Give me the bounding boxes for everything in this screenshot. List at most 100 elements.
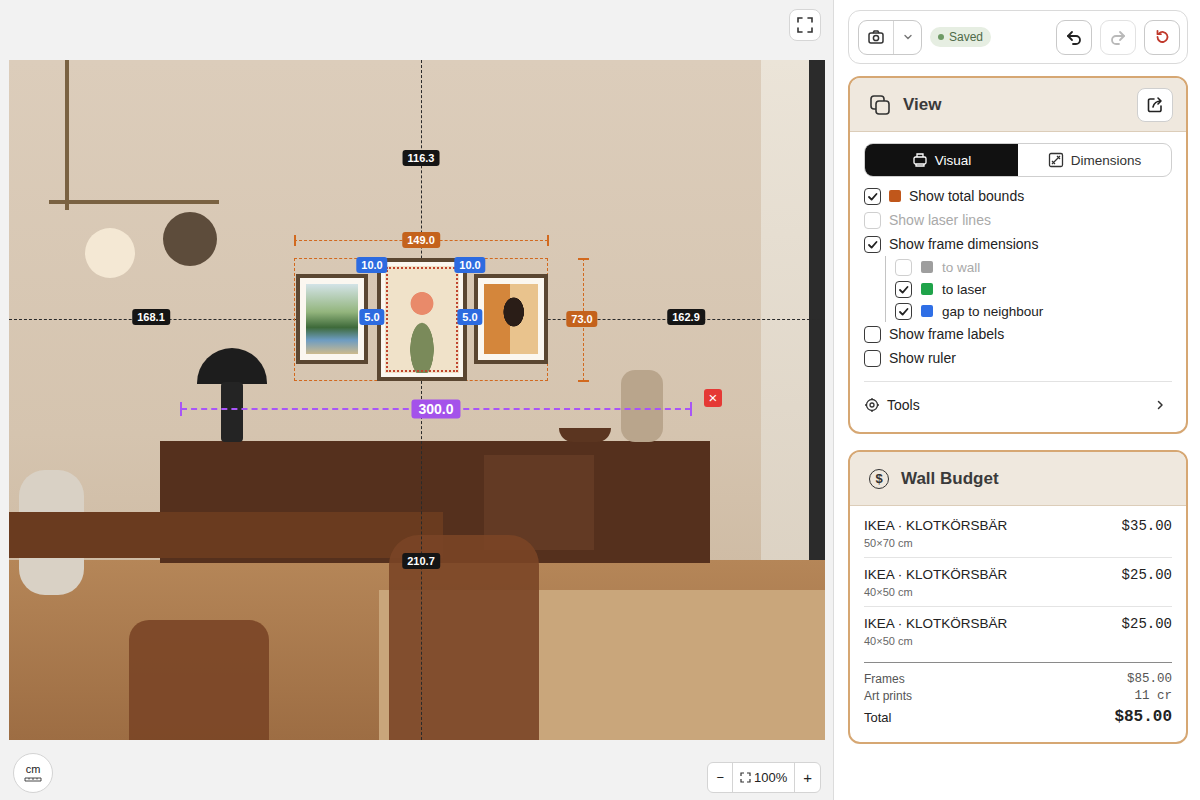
camera-icon [867,28,885,46]
bowl [559,428,611,442]
ruler-icon [24,777,42,782]
fullscreen-button[interactable] [789,9,821,41]
bounds-height-label: 73.0 [566,311,597,327]
zoom-fit-button[interactable]: 100% [732,763,795,792]
share-icon [1146,96,1164,114]
pendant-globe [85,228,135,278]
redo-icon [1109,28,1127,46]
bounds-tick [578,258,589,260]
item-size: 40×50 cm [864,586,1007,599]
tab-label: Visual [935,153,972,168]
option-row[interactable]: Show frame labels [864,322,1172,346]
status-text: Saved [949,30,983,44]
budget-item: IKEA · KLOTKÖRSBÄR40×50 cm$25.00 [864,607,1172,655]
option-label: Show laser lines [889,212,991,228]
total-row: Total$85.00 [864,708,1172,726]
checkbox[interactable] [864,326,881,343]
checkbox[interactable] [864,236,881,253]
wall-distance-label: 116.3 [403,150,440,166]
reset-icon [1153,28,1171,46]
option-row[interactable]: Show ruler [864,346,1172,370]
check-icon [898,306,909,317]
check-icon [898,284,909,295]
option-label: Show ruler [889,350,956,366]
bounds-tick [294,235,296,246]
zoom-out-button[interactable]: − [708,763,732,792]
summary-row: Frames $85.00 [864,671,1172,688]
gap-label: 10.0 [454,257,485,273]
vase [621,370,663,442]
table-lamp-base [221,382,243,442]
option-label: gap to neighbour [942,304,1043,319]
camera-part[interactable] [859,21,894,54]
budget-body: IKEA · KLOTKÖRSBÄR50×70 cm$35.00IKEA · K… [850,506,1186,726]
visual-icon [912,152,928,168]
view-body: Visual Dimensions Show total bounds Show la… [850,132,1186,428]
item-name: IKEA · KLOTKÖRSBÄR [864,518,1007,534]
budget-title: Wall Budget [901,469,999,489]
sub-option-row[interactable]: gap to neighbour [895,300,1172,322]
item-name: IKEA · KLOTKÖRSBÄR [864,616,1007,632]
budget-card: $Wall BudgetIKEA · KLOTKÖRSBÄR50×70 cm$3… [848,450,1188,744]
checkbox[interactable] [895,281,912,298]
option-label: Show total bounds [909,188,1024,204]
view-tab[interactable]: Dimensions [1018,144,1171,176]
option-label: Show frame dimensions [889,236,1038,252]
chair [129,620,269,740]
toolbar: Saved [848,10,1188,64]
option-row[interactable]: Show total bounds [864,184,1172,208]
sub-option-row[interactable]: to laser [895,278,1172,300]
undo-button[interactable] [1056,20,1092,55]
checkbox[interactable] [864,350,881,367]
frame-art [385,266,459,373]
snapshot-dropdown[interactable] [894,21,921,54]
frame-art [484,284,538,354]
color-swatch [889,190,901,202]
measure-label: 300.0 [411,400,460,419]
canvas-topbar [0,0,833,60]
remove-measure-button[interactable]: × [704,389,722,407]
canvas-bottombar: cm −100%+ [0,740,833,800]
zoom-in-button[interactable]: + [795,763,820,792]
tools-icon [864,397,880,413]
dimensions-icon [1048,152,1064,168]
bounds-tick [578,380,589,382]
pendant-arm [49,200,219,204]
fullscreen-icon [796,16,814,34]
room-photo[interactable]: 116.3168.1162.9210.7149.073.010.010.05.0… [9,60,825,740]
snapshot-button[interactable] [858,20,922,55]
picture-frame[interactable] [377,258,467,381]
picture-frame[interactable] [296,274,368,364]
budget-summary: Frames$85.00Art prints11 crTotal$85.00 [864,662,1172,726]
summary-value: $85.00 [1127,671,1172,688]
table-lamp-shade [197,348,267,384]
checkbox [895,259,912,276]
option-row: Show laser lines [864,208,1172,232]
view-options: Show total bounds Show laser lines Show fr… [864,184,1172,370]
color-swatch [921,261,933,273]
view-tabs: Visual Dimensions [864,143,1172,177]
item-size: 40×50 cm [864,635,1007,648]
option-label: to laser [942,282,986,297]
unit-button[interactable]: cm [13,753,53,793]
undo-icon [1065,28,1083,46]
reset-button[interactable] [1144,20,1180,55]
share-button[interactable] [1137,88,1173,122]
save-status: Saved [930,27,991,47]
checkbox[interactable] [864,188,881,205]
option-row[interactable]: Show frame dimensions [864,232,1172,256]
wall-distance-label: 162.9 [667,309,705,325]
sub-options: to wallto lasergap to neighbour [885,256,1172,322]
item-name: IKEA · KLOTKÖRSBÄR [864,567,1007,583]
item-info: IKEA · KLOTKÖRSBÄR 40×50 cm [864,616,1007,648]
gap-label: 5.0 [359,309,384,325]
item-price: $25.00 [1122,567,1172,583]
redo-button [1100,20,1136,55]
view-tab[interactable]: Visual [865,144,1018,176]
checkbox[interactable] [895,303,912,320]
picture-frame[interactable] [474,274,548,364]
summary-label: Frames [864,671,905,688]
total-label: Total [864,710,891,725]
tools-row[interactable]: Tools [864,382,1172,428]
pendant-rod [65,60,69,210]
